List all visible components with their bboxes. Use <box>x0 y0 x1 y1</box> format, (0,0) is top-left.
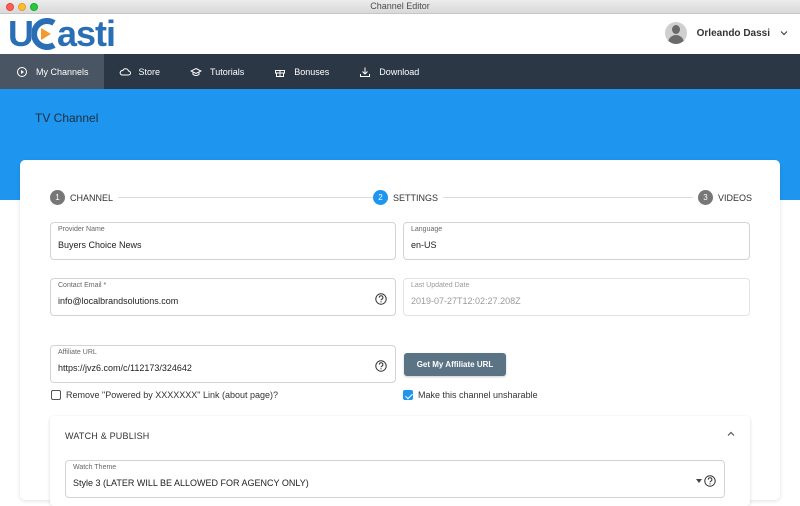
user-name: Orleando Dassi <box>696 27 770 39</box>
dropdown-arrow-icon[interactable] <box>696 479 702 483</box>
app-logo[interactable]: U asti <box>8 13 116 54</box>
checkbox-label: Remove "Powered by XXXXXXX" Link (about … <box>66 390 279 400</box>
chevron-up-icon[interactable] <box>726 429 736 439</box>
step-label: CHANNEL <box>70 192 114 203</box>
avatar <box>664 22 687 44</box>
nav-item-label: Store <box>138 66 161 77</box>
language-field[interactable]: Language en-US <box>403 222 750 260</box>
field-value: Style 3 (LATER WILL BE ALLOWED FOR AGENC… <box>73 478 309 488</box>
cloud-icon <box>119 67 131 75</box>
step-videos[interactable]: 3 VIDEOS <box>698 190 752 205</box>
user-menu[interactable]: Orleando Dassi <box>664 22 788 44</box>
step-number: 1 <box>50 190 65 205</box>
contact-email-field[interactable]: Contact Email * info@localbrandsolutions… <box>50 278 396 316</box>
nav-item-label: Tutorials <box>210 66 245 77</box>
nav-item-store[interactable]: Store <box>104 54 176 89</box>
play-circle-icon <box>17 66 27 77</box>
field-label: Affiliate URL <box>58 349 97 356</box>
field-label: Last Updated Date <box>411 282 470 289</box>
logo-text-part2: asti <box>57 13 116 54</box>
field-label: Watch Theme <box>73 464 117 471</box>
nav-item-label: Bonuses <box>294 66 330 77</box>
field-value: https://jvz6.com/c/112173/324642 <box>58 363 192 373</box>
page-title: TV Channel <box>35 111 99 125</box>
checkbox-label: Make this channel unsharable <box>418 390 538 400</box>
watch-theme-select[interactable]: Watch Theme Style 3 (LATER WILL BE ALLOW… <box>65 460 725 498</box>
field-value: info@localbrandsolutions.com <box>58 296 179 306</box>
stepper: 1 CHANNEL 2 SETTINGS 3 VIDEOS <box>50 190 752 206</box>
nav-item-label: My Channels <box>36 66 89 77</box>
field-label: Language <box>411 226 443 233</box>
channel-editor-card: 1 CHANNEL 2 SETTINGS 3 VIDEOS Provider N… <box>20 160 780 506</box>
step-label: SETTINGS <box>393 192 439 203</box>
get-affiliate-url-button[interactable]: Get My Affiliate URL <box>404 353 506 376</box>
gift-icon <box>275 69 286 77</box>
stepper-connector <box>443 197 693 198</box>
step-number: 2 <box>373 190 388 205</box>
app-header: U asti Orleando Dassi <box>0 13 800 54</box>
logo-text-part1: U <box>8 13 34 54</box>
field-label: Contact Email * <box>58 282 107 289</box>
nav-item-label: Download <box>379 66 420 77</box>
stepper-connector <box>118 197 373 198</box>
affiliate-url-field[interactable]: Affiliate URL https://jvz6.com/c/112173/… <box>50 345 396 383</box>
unsharable-checkbox[interactable]: Make this channel unsharable <box>403 390 538 400</box>
field-value: Buyers Choice News <box>58 240 142 250</box>
help-icon[interactable] <box>375 360 387 372</box>
help-icon[interactable] <box>704 475 716 487</box>
panel-title[interactable]: WATCH & PUBLISH <box>65 431 150 441</box>
provider-name-field[interactable]: Provider Name Buyers Choice News <box>50 222 396 260</box>
step-label: VIDEOS <box>718 192 753 203</box>
checkbox-box[interactable] <box>51 390 61 400</box>
step-settings[interactable]: 2 SETTINGS <box>373 190 438 205</box>
logo-c-play-icon <box>32 18 56 50</box>
window-titlebar: Channel Editor <box>0 0 800 14</box>
window-title: Channel Editor <box>370 1 430 11</box>
step-number: 3 <box>698 190 713 205</box>
help-icon[interactable] <box>375 293 387 305</box>
graduation-cap-icon <box>190 67 203 76</box>
step-channel[interactable]: 1 CHANNEL <box>50 190 113 205</box>
chevron-down-icon <box>780 31 788 36</box>
field-value: en-US <box>411 240 437 250</box>
checkbox-box[interactable] <box>403 390 413 400</box>
field-label: Provider Name <box>58 226 105 233</box>
field-value: 2019-07-27T12:02:27.208Z <box>411 296 521 306</box>
remove-powered-by-checkbox[interactable]: Remove "Powered by XXXXXXX" Link (about … <box>51 390 278 400</box>
nav-item-my-channels[interactable]: My Channels <box>0 54 104 89</box>
nav-item-tutorials[interactable]: Tutorials <box>175 54 259 89</box>
main-nav: My Channels Store Tutorials Bonuses Down… <box>0 54 800 89</box>
download-icon <box>360 67 371 77</box>
last-updated-field: Last Updated Date 2019-07-27T12:02:27.20… <box>403 278 750 316</box>
nav-item-download[interactable]: Download <box>344 54 434 89</box>
nav-item-bonuses[interactable]: Bonuses <box>259 54 344 89</box>
watch-publish-panel: WATCH & PUBLISH Watch Theme Style 3 (LAT… <box>50 416 750 506</box>
